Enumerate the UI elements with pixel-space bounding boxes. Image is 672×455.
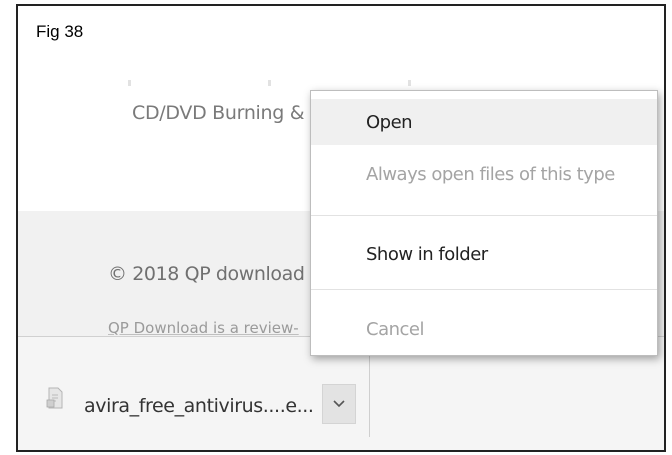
download-file-name[interactable]: avira_free_antivirus....e... [84,395,314,417]
download-menu-button[interactable] [322,384,356,424]
menu-item-open[interactable]: Open [311,99,657,145]
cut-off-text-row [128,80,548,86]
installer-file-icon [46,387,63,409]
menu-item-cancel[interactable]: Cancel [311,307,657,351]
menu-item-always-open[interactable]: Always open files of this type [311,151,657,197]
menu-separator [311,289,657,290]
menu-item-show-in-folder[interactable]: Show in folder [311,231,657,277]
menu-separator [311,215,657,216]
figure-frame: CD/DVD Burning & © 2018 QP download QP D… [16,4,666,452]
footer-description: QP Download is a review- [108,319,299,337]
copyright-text: © 2018 QP download [108,263,305,285]
figure-label: Fig 38 [36,22,84,41]
download-context-menu: Open Always open files of this type Show… [310,90,658,356]
category-link[interactable]: CD/DVD Burning & [132,102,305,124]
chevron-down-icon [333,400,345,408]
